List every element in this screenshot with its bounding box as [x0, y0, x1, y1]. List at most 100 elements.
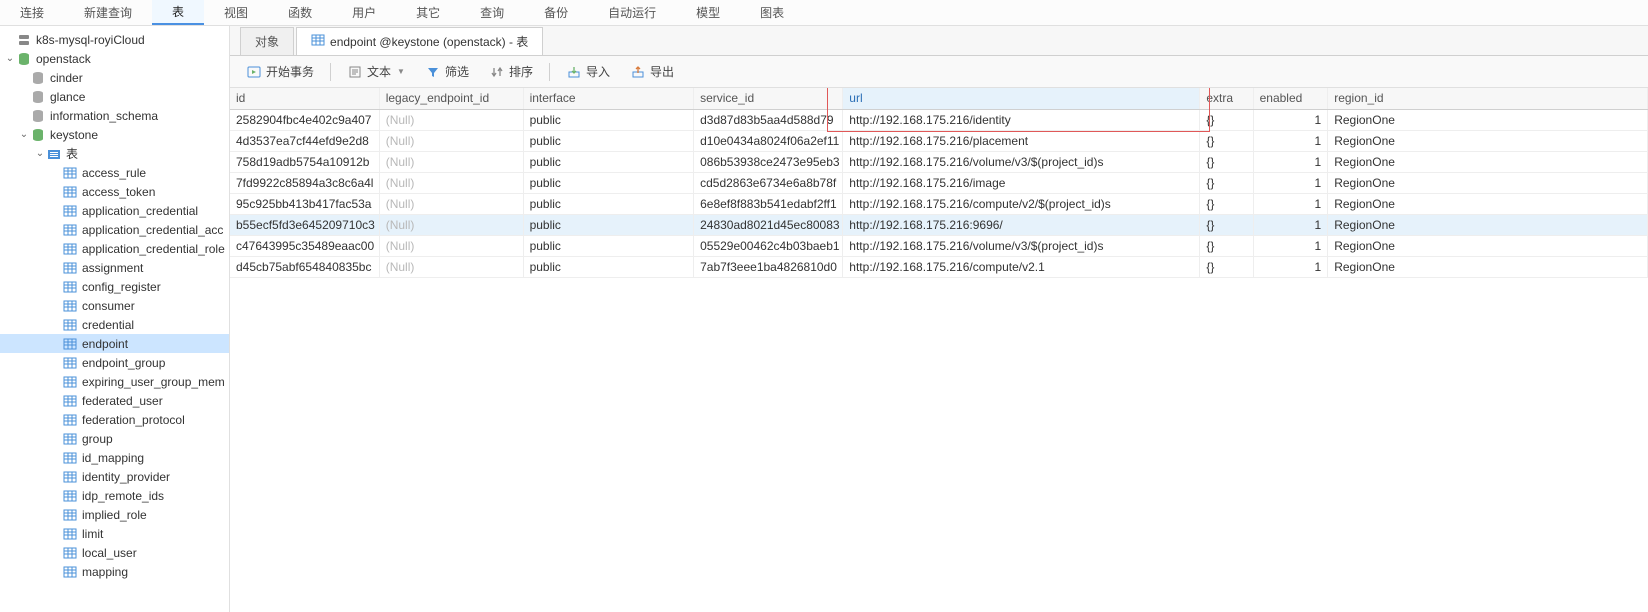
- cell-id[interactable]: 7fd9922c85894a3c8c6a4l: [230, 172, 379, 193]
- cell-interface[interactable]: public: [523, 109, 694, 130]
- menu-item-10[interactable]: 模型: [676, 0, 740, 25]
- cell-url[interactable]: http://192.168.175.216/placement: [843, 130, 1200, 151]
- cell-legacy_endpoint_id[interactable]: (Null): [379, 235, 523, 256]
- cell-interface[interactable]: public: [523, 256, 694, 277]
- tree-node-access_rule[interactable]: access_rule: [0, 163, 229, 182]
- table-row[interactable]: 758d19adb5754a10912b(Null)public086b5393…: [230, 151, 1648, 172]
- cell-url[interactable]: http://192.168.175.216/compute/v2.1: [843, 256, 1200, 277]
- cell-url[interactable]: http://192.168.175.216/volume/v3/$(proje…: [843, 235, 1200, 256]
- cell-id[interactable]: d45cb75abf654840835bc: [230, 256, 379, 277]
- cell-legacy_endpoint_id[interactable]: (Null): [379, 214, 523, 235]
- column-header-extra[interactable]: extra: [1200, 88, 1253, 109]
- cell-legacy_endpoint_id[interactable]: (Null): [379, 193, 523, 214]
- cell-url[interactable]: http://192.168.175.216/image: [843, 172, 1200, 193]
- cell-extra[interactable]: {}: [1200, 193, 1253, 214]
- tree-node-cinder[interactable]: cinder: [0, 68, 229, 87]
- menu-item-2[interactable]: 表: [152, 0, 204, 25]
- cell-region_id[interactable]: RegionOne: [1328, 256, 1648, 277]
- begin-transaction-button[interactable]: 开始事务: [238, 60, 322, 83]
- cell-id[interactable]: 4d3537ea7cf44efd9e2d8: [230, 130, 379, 151]
- table-row[interactable]: 2582904fbc4e402c9a407(Null)publicd3d87d8…: [230, 109, 1648, 130]
- export-button[interactable]: 导出: [622, 60, 682, 83]
- cell-url[interactable]: http://192.168.175.216/identity: [843, 109, 1200, 130]
- tree-node-endpoint_group[interactable]: endpoint_group: [0, 353, 229, 372]
- cell-extra[interactable]: {}: [1200, 151, 1253, 172]
- tree-node-id_mapping[interactable]: id_mapping: [0, 448, 229, 467]
- cell-extra[interactable]: {}: [1200, 109, 1253, 130]
- cell-extra[interactable]: {}: [1200, 130, 1253, 151]
- tree-node-application_credential_acc[interactable]: application_credential_acc: [0, 220, 229, 239]
- table-row[interactable]: 95c925bb413b417fac53a(Null)public6e8ef8f…: [230, 193, 1648, 214]
- cell-enabled[interactable]: 1: [1253, 109, 1328, 130]
- tree-toggle-icon[interactable]: ⌄: [4, 53, 16, 64]
- menu-item-1[interactable]: 新建查询: [64, 0, 152, 25]
- cell-region_id[interactable]: RegionOne: [1328, 130, 1648, 151]
- tree-node-application_credential[interactable]: application_credential: [0, 201, 229, 220]
- sort-button[interactable]: 排序: [481, 60, 541, 83]
- cell-service_id[interactable]: d10e0434a8024f06a2ef11: [694, 130, 843, 151]
- tab-1[interactable]: endpoint @keystone (openstack) - 表: [296, 27, 543, 55]
- column-header-id[interactable]: id: [230, 88, 379, 109]
- cell-enabled[interactable]: 1: [1253, 214, 1328, 235]
- tree-node-endpoint[interactable]: endpoint: [0, 334, 229, 353]
- text-mode-button[interactable]: 文本 ▼: [339, 60, 413, 83]
- cell-legacy_endpoint_id[interactable]: (Null): [379, 151, 523, 172]
- tree-node-assignment[interactable]: assignment: [0, 258, 229, 277]
- tree-node-application_credential_role[interactable]: application_credential_role: [0, 239, 229, 258]
- tree-toggle-icon[interactable]: ⌄: [18, 129, 30, 140]
- table-row[interactable]: ▶b55ecf5fd3e645209710c3(Null)public24830…: [230, 214, 1648, 235]
- tree-node-consumer[interactable]: consumer: [0, 296, 229, 315]
- cell-interface[interactable]: public: [523, 130, 694, 151]
- cell-interface[interactable]: public: [523, 235, 694, 256]
- tree-node-limit[interactable]: limit: [0, 524, 229, 543]
- cell-service_id[interactable]: d3d87d83b5aa4d588d79: [694, 109, 843, 130]
- cell-extra[interactable]: {}: [1200, 256, 1253, 277]
- menu-item-5[interactable]: 用户: [332, 0, 396, 25]
- cell-id[interactable]: 758d19adb5754a10912b: [230, 151, 379, 172]
- tree-node-config_register[interactable]: config_register: [0, 277, 229, 296]
- cell-id[interactable]: ▶b55ecf5fd3e645209710c3: [230, 214, 379, 235]
- data-grid[interactable]: idlegacy_endpoint_idinterfaceservice_idu…: [230, 88, 1648, 278]
- cell-id[interactable]: 2582904fbc4e402c9a407: [230, 109, 379, 130]
- tree-node-表[interactable]: ⌄表: [0, 144, 229, 163]
- menu-item-7[interactable]: 查询: [460, 0, 524, 25]
- tree-node-access_token[interactable]: access_token: [0, 182, 229, 201]
- menu-item-9[interactable]: 自动运行: [588, 0, 676, 25]
- tree-node-mapping[interactable]: mapping: [0, 562, 229, 581]
- menu-item-0[interactable]: 连接: [0, 0, 64, 25]
- cell-service_id[interactable]: 6e8ef8f883b541edabf2ff1: [694, 193, 843, 214]
- cell-region_id[interactable]: RegionOne: [1328, 235, 1648, 256]
- column-header-interface[interactable]: interface: [523, 88, 694, 109]
- cell-legacy_endpoint_id[interactable]: (Null): [379, 256, 523, 277]
- tab-0[interactable]: 对象: [240, 27, 294, 55]
- tree-node-implied_role[interactable]: implied_role: [0, 505, 229, 524]
- tree-node-k8s-mysql-royiCloud[interactable]: k8s-mysql-royiCloud: [0, 30, 229, 49]
- column-header-legacy_endpoint_id[interactable]: legacy_endpoint_id: [379, 88, 523, 109]
- cell-extra[interactable]: {}: [1200, 235, 1253, 256]
- table-row[interactable]: c47643995c35489eaac00(Null)public05529e0…: [230, 235, 1648, 256]
- cell-enabled[interactable]: 1: [1253, 193, 1328, 214]
- filter-button[interactable]: 筛选: [417, 60, 477, 83]
- tree-node-federated_user[interactable]: federated_user: [0, 391, 229, 410]
- cell-enabled[interactable]: 1: [1253, 151, 1328, 172]
- cell-region_id[interactable]: RegionOne: [1328, 172, 1648, 193]
- column-header-enabled[interactable]: enabled: [1253, 88, 1328, 109]
- tree-node-information_schema[interactable]: information_schema: [0, 106, 229, 125]
- tree-node-idp_remote_ids[interactable]: idp_remote_ids: [0, 486, 229, 505]
- cell-region_id[interactable]: RegionOne: [1328, 151, 1648, 172]
- tree-node-group[interactable]: group: [0, 429, 229, 448]
- cell-enabled[interactable]: 1: [1253, 172, 1328, 193]
- menu-item-8[interactable]: 备份: [524, 0, 588, 25]
- tree-node-local_user[interactable]: local_user: [0, 543, 229, 562]
- cell-interface[interactable]: public: [523, 172, 694, 193]
- tree-node-glance[interactable]: glance: [0, 87, 229, 106]
- cell-region_id[interactable]: RegionOne: [1328, 214, 1648, 235]
- cell-legacy_endpoint_id[interactable]: (Null): [379, 172, 523, 193]
- column-header-service_id[interactable]: service_id: [694, 88, 843, 109]
- cell-service_id[interactable]: 086b53938ce2473e95eb3: [694, 151, 843, 172]
- menu-item-4[interactable]: 函数: [268, 0, 332, 25]
- cell-extra[interactable]: {}: [1200, 172, 1253, 193]
- column-header-url[interactable]: url: [843, 88, 1200, 109]
- cell-enabled[interactable]: 1: [1253, 235, 1328, 256]
- cell-legacy_endpoint_id[interactable]: (Null): [379, 109, 523, 130]
